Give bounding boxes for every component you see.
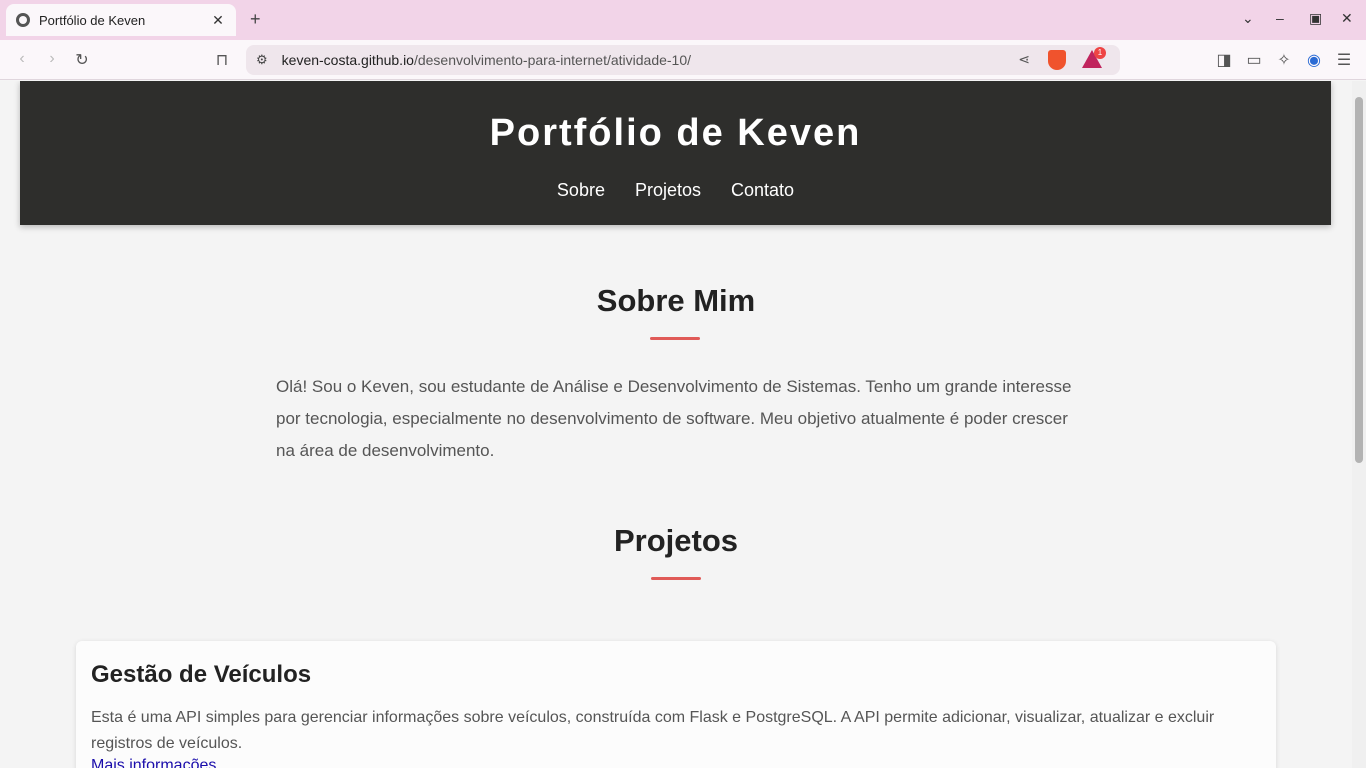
- project-description: Esta é uma API simples para gerenciar in…: [91, 709, 1215, 752]
- minimize-icon[interactable]: –: [1276, 10, 1284, 26]
- share-icon[interactable]: ⋖: [1018, 51, 1030, 68]
- rewards-badge: 1: [1094, 47, 1106, 59]
- leo-ai-icon[interactable]: ✧: [1274, 50, 1294, 70]
- project-more-info-link[interactable]: Mais informações: [91, 757, 216, 768]
- brave-shields-icon[interactable]: [1048, 50, 1066, 70]
- nav-link-sobre[interactable]: Sobre: [557, 180, 605, 201]
- site-settings-icon[interactable]: ⚙: [256, 52, 268, 68]
- site-title: Portfólio de Keven: [489, 112, 862, 154]
- close-tab-icon[interactable]: ✕: [210, 12, 226, 29]
- site-header: Portfólio de Keven Sobre Projetos Contat…: [20, 81, 1331, 225]
- about-title-underline: [650, 337, 700, 340]
- page-viewport[interactable]: Portfólio de Keven Sobre Projetos Contat…: [0, 81, 1352, 768]
- nav-link-contato[interactable]: Contato: [731, 180, 794, 201]
- address-bar[interactable]: ⚙ keven-costa.github.io/desenvolvimento-…: [246, 45, 1120, 75]
- forward-icon[interactable]: ›: [42, 50, 62, 68]
- reload-icon[interactable]: ↻: [72, 50, 92, 70]
- scrollbar-thumb[interactable]: [1355, 97, 1363, 463]
- page-scrollbar[interactable]: [1352, 81, 1366, 768]
- about-title: Sobre Mim: [596, 283, 756, 318]
- wallet-icon[interactable]: ▭: [1244, 50, 1264, 70]
- browser-toolbar: ‹ › ↻ ⊓ ⚙ keven-costa.github.io/desenvol…: [0, 40, 1366, 80]
- back-icon[interactable]: ‹: [12, 50, 32, 68]
- window-close-icon[interactable]: ✕: [1341, 10, 1353, 27]
- bookmark-icon[interactable]: ⊓: [212, 50, 232, 70]
- tab-title: Portfólio de Keven: [39, 12, 146, 28]
- maximize-icon[interactable]: ▣: [1309, 10, 1322, 27]
- vpn-icon[interactable]: ◉: [1304, 50, 1324, 70]
- about-text: Olá! Sou o Keven, sou estudante de Análi…: [276, 377, 1072, 460]
- projects-title: Projetos: [613, 523, 739, 558]
- sidebar-icon[interactable]: ◨: [1214, 50, 1234, 70]
- project-name: Gestão de Veículos: [91, 661, 312, 688]
- project-card: Gestão de Veículos Esta é uma API simple…: [76, 641, 1276, 768]
- url-host: keven-costa.github.io: [281, 52, 414, 68]
- new-tab-button[interactable]: +: [250, 9, 261, 30]
- projects-title-underline: [651, 577, 701, 580]
- tab-strip: Portfólio de Keven ✕ + ⌄ – ▣ ✕: [0, 0, 1366, 40]
- nav-link-projetos[interactable]: Projetos: [635, 180, 701, 201]
- tab-list-icon[interactable]: ⌄: [1242, 10, 1254, 27]
- site-nav: Sobre Projetos Contato: [20, 180, 1331, 201]
- active-tab[interactable]: Portfólio de Keven ✕: [6, 4, 236, 36]
- url-path: /desenvolvimento-para-internet/atividade…: [413, 52, 692, 68]
- menu-icon[interactable]: ☰: [1334, 50, 1354, 70]
- globe-icon: [16, 13, 30, 27]
- url-text[interactable]: keven-costa.github.io/desenvolvimento-pa…: [282, 52, 691, 68]
